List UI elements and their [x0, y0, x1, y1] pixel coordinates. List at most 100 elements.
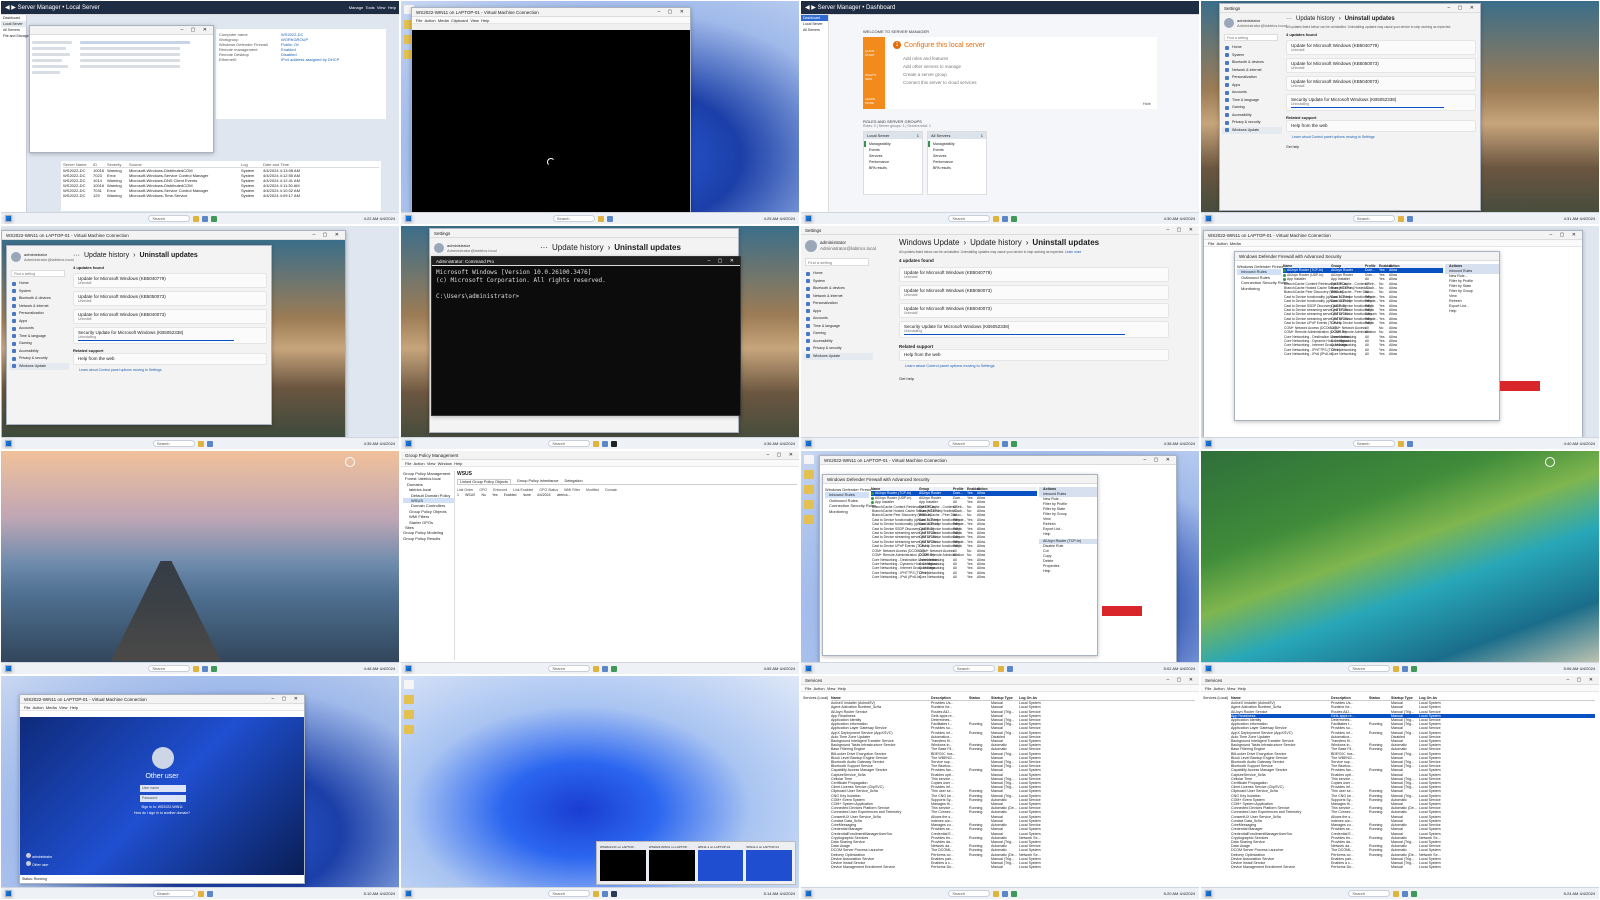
settings-nav-item[interactable]: Accounts [9, 325, 69, 333]
settings-nav-item[interactable]: System [803, 278, 873, 286]
settings-nav-item[interactable]: Windows Update [1222, 126, 1282, 134]
edge-icon[interactable] [1406, 440, 1413, 447]
window-controls-icon[interactable]: – ▢ ✕ [1144, 456, 1173, 464]
services-local-node[interactable]: Services (Local) [803, 696, 828, 700]
start-icon[interactable] [1205, 215, 1212, 222]
settings-nav-item[interactable]: Accounts [1222, 89, 1282, 97]
taskbar-search[interactable]: Search [1352, 215, 1395, 222]
crumb-update-history[interactable]: Update history [552, 243, 604, 252]
fw-tree-monitoring[interactable]: Monitoring [825, 509, 869, 514]
recycle-bin-icon[interactable] [404, 680, 414, 689]
start-icon[interactable] [405, 440, 412, 447]
taskbar-search[interactable]: Search [1348, 890, 1391, 897]
taskbar-search[interactable]: Search [552, 215, 595, 222]
app-icon[interactable] [1011, 215, 1018, 222]
crumb-update-history[interactable]: Update history [970, 238, 1022, 247]
edge-icon[interactable] [602, 440, 609, 447]
learn-more-link[interactable]: Learn more [1065, 250, 1081, 254]
edge-icon[interactable] [1002, 890, 1009, 897]
widget-icon[interactable] [345, 457, 355, 467]
prop-link[interactable]: IPv4 address assigned by DHCP [281, 57, 339, 62]
explorer-icon[interactable] [597, 215, 604, 222]
folder-icon[interactable] [804, 500, 814, 509]
tab-linked-gpos[interactable]: Linked Group Policy Objects [457, 479, 511, 484]
update-item[interactable]: Update for Microsoft Windows (KB5040073)… [73, 309, 267, 324]
app-icon[interactable] [611, 665, 618, 672]
menu-view[interactable]: View [1227, 686, 1236, 691]
start-icon[interactable] [405, 215, 412, 222]
start-icon[interactable] [405, 665, 412, 672]
settings-nav-item[interactable]: Home [9, 280, 69, 288]
more-icon[interactable]: ··· [73, 252, 80, 259]
terminal-icon[interactable] [611, 440, 618, 447]
settings-nav-item[interactable]: Time & language [1222, 97, 1282, 105]
window-controls-icon[interactable]: – ▢ ✕ [708, 257, 737, 265]
start-icon[interactable] [405, 890, 412, 897]
app-icon[interactable] [1411, 890, 1418, 897]
vm-thumbnail[interactable]: WS2022-WIN11 on LAPTOP... [648, 845, 695, 881]
username-input[interactable]: User name [140, 785, 186, 792]
table-row[interactable]: 1 WSUS No Yes Enabled None 4/4/2024 labtrics... [457, 493, 797, 498]
menu-action[interactable]: Action [413, 461, 424, 466]
gpm-tree-item[interactable]: Group Policy Results [403, 536, 454, 541]
update-item[interactable]: Update for Microsoft Windows (KB5040779)… [73, 273, 267, 288]
menu-help[interactable]: Help [388, 5, 396, 10]
taskbar-search[interactable]: Search [948, 215, 991, 222]
vm-menu-view[interactable]: View [470, 18, 479, 23]
menu-help[interactable]: Help [1238, 686, 1246, 691]
settings-nav-item[interactable]: Apps [803, 308, 873, 316]
edge-icon[interactable] [1402, 665, 1409, 672]
back-icon[interactable]: ◀ ▶ [5, 5, 18, 11]
taskbar-search[interactable]: Search [948, 440, 991, 447]
menu-file[interactable]: File [805, 686, 811, 691]
settings-nav-item[interactable]: Personalization [9, 310, 69, 318]
window-controls-icon[interactable]: – ▢ ✕ [767, 451, 796, 459]
update-item[interactable]: Update for Microsoft Windows (KB5040073)… [899, 303, 1169, 318]
vm-menu-media[interactable]: Media [438, 18, 449, 23]
folder-icon[interactable] [404, 710, 414, 719]
window-controls-icon[interactable]: – ▢ ✕ [1167, 676, 1196, 684]
vm-thumbnail[interactable]: WIN11-1 on LAPTOP-01 [697, 845, 744, 881]
explorer-icon[interactable] [193, 665, 200, 672]
menu-view[interactable]: View [377, 5, 386, 10]
services-local-node[interactable]: Services (Local) [1203, 696, 1228, 700]
vm-menu-action[interactable]: Action [424, 18, 435, 23]
settings-nav-item[interactable]: Personalization [1222, 74, 1282, 82]
window-controls-icon[interactable]: – ▢ ✕ [658, 8, 687, 16]
cmd-window[interactable]: Administrator: Command Pro – ▢ ✕ Microsof… [431, 256, 741, 416]
gpm-col-header[interactable]: Modified [586, 488, 599, 493]
fw-tree-connsec[interactable]: Connection Security Rules [1237, 280, 1288, 285]
menu-manage[interactable]: Manage [349, 5, 363, 10]
tab-delegation[interactable]: Delegation [564, 479, 582, 484]
settings-nav-item[interactable]: Gaming [9, 340, 69, 348]
explorer-icon[interactable] [593, 665, 600, 672]
start-icon[interactable] [5, 215, 12, 222]
menu-view[interactable]: View [427, 461, 436, 466]
folder-icon[interactable] [404, 725, 414, 734]
settings-nav-item[interactable]: Home [1222, 44, 1282, 52]
settings-nav-item[interactable]: System [9, 288, 69, 296]
update-item[interactable]: Update for Microsoft Windows (KB5040073)… [1286, 76, 1476, 91]
server-card[interactable]: All Servers 1 Manageability Events Servic… [927, 131, 987, 195]
settings-nav-item[interactable]: Accounts [803, 315, 873, 323]
edge-icon[interactable] [1406, 215, 1413, 222]
edge-icon[interactable] [206, 440, 213, 447]
settings-nav-item[interactable]: Gaming [1222, 104, 1282, 112]
settings-nav-item[interactable]: Accessibility [803, 338, 873, 346]
update-item[interactable]: Update for Microsoft Windows (KB5050073)… [899, 285, 1169, 300]
get-help-link[interactable]: Get help [1286, 145, 1476, 149]
taskbar-search[interactable]: Search [1348, 665, 1391, 672]
edge-icon[interactable] [602, 665, 609, 672]
window-controls-icon[interactable]: – ▢ ✕ [1448, 4, 1477, 12]
server-card[interactable]: Local Server 1 Manageability Events Servi… [863, 131, 923, 195]
help-from-web[interactable]: Help from the web [1286, 120, 1476, 132]
crumb-update-history[interactable]: Update history [84, 252, 129, 259]
start-icon[interactable] [805, 215, 812, 222]
app-icon[interactable] [1411, 665, 1418, 672]
sm-nav-files[interactable]: File and Storage Services [1, 33, 43, 39]
taskbar-search[interactable]: Search [152, 890, 195, 897]
explorer-icon[interactable] [993, 215, 1000, 222]
taskbar-search[interactable]: Search [548, 665, 591, 672]
settings-nav-item[interactable]: Time & language [9, 333, 69, 341]
menu-action[interactable]: Action [1213, 686, 1224, 691]
